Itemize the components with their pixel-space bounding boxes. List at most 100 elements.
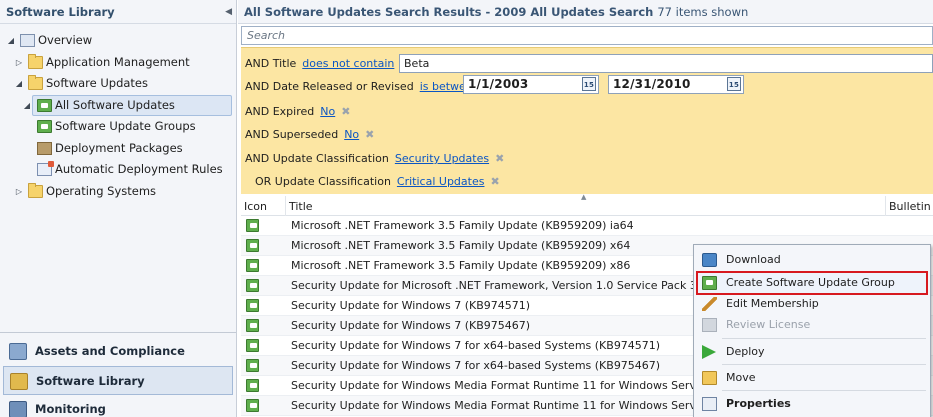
criterion-expired: AND Expired No ✖ <box>245 105 350 119</box>
column-header-bulletin-id[interactable]: Bulletin ID <box>886 196 933 216</box>
criterion-label: AND Expired <box>245 105 315 118</box>
expand-icon[interactable]: ▷ <box>14 52 24 74</box>
expand-icon[interactable]: ◢ <box>22 95 32 117</box>
date-from-field[interactable]: 1/1/2003 15 <box>463 75 599 94</box>
criterion-update-classification: AND Update Classification Security Update… <box>245 152 504 166</box>
results-grid-header: ▲ Icon Title Bulletin ID <box>241 193 933 216</box>
monitoring-icon <box>9 401 27 417</box>
menu-separator <box>722 364 926 365</box>
software-update-icon <box>246 379 259 392</box>
folder-icon <box>28 182 43 198</box>
tree-item-all-software-updates[interactable]: ◢ All Software Updates <box>0 94 236 117</box>
update-title: Security Update for Windows 7 (KB975467) <box>291 319 531 332</box>
folder-icon <box>28 53 43 69</box>
calendar-icon[interactable]: 15 <box>727 77 741 91</box>
value-link[interactable]: Security Updates <box>395 152 489 165</box>
overview-icon <box>20 34 35 47</box>
tree-item-automatic-deployment-rules[interactable]: Automatic Deployment Rules <box>0 159 236 181</box>
review-license-icon <box>702 318 717 332</box>
menu-item-move[interactable]: Move <box>696 367 928 389</box>
software-update-icon <box>246 319 259 332</box>
tree-item-label: Deployment Packages <box>55 140 183 155</box>
remove-criterion-icon[interactable]: ✖ <box>490 175 499 188</box>
workspace-label: Monitoring <box>35 402 106 416</box>
context-menu: Download Create Software Update Group Ed… <box>693 244 931 417</box>
assets-icon <box>9 343 27 360</box>
remove-criterion-icon[interactable]: ✖ <box>341 105 350 118</box>
expand-icon[interactable]: ◢ <box>14 73 24 95</box>
tree-item-overview[interactable]: ◢ Overview <box>0 30 236 52</box>
menu-item-create-software-update-group[interactable]: Create Software Update Group <box>696 271 928 295</box>
tree-item-label: All Software Updates <box>55 97 175 112</box>
criterion-or-update-classification: OR Update Classification Critical Updates… <box>255 175 500 189</box>
software-update-icon <box>246 259 259 272</box>
tree-item-deployment-packages[interactable]: Deployment Packages <box>0 138 236 160</box>
criterion-date: AND Date Released or Revised is between <box>245 80 480 94</box>
rules-icon <box>37 161 54 176</box>
menu-item-deploy[interactable]: Deploy <box>696 341 928 363</box>
results-header: All Software Updates Search Results - 20… <box>238 0 933 24</box>
collapse-pane-icon[interactable]: ◀ <box>225 0 232 24</box>
workspace-monitoring[interactable]: Monitoring <box>0 395 236 417</box>
menu-item-label: Create Software Update Group <box>726 276 895 289</box>
tree-item-label: Automatic Deployment Rules <box>55 162 223 176</box>
results-title: All Software Updates Search Results - 20… <box>244 5 654 19</box>
workspace-software-library[interactable]: Software Library <box>3 366 233 395</box>
menu-item-label: Review License <box>726 318 811 331</box>
criterion-label: OR Update Classification <box>255 175 391 188</box>
move-folder-icon <box>702 371 717 385</box>
remove-criterion-icon[interactable]: ✖ <box>365 128 374 141</box>
date-to-field[interactable]: 12/31/2010 15 <box>608 75 744 94</box>
expand-icon[interactable]: ◢ <box>6 30 16 52</box>
menu-item-edit-membership[interactable]: Edit Membership <box>696 293 928 315</box>
operator-link[interactable]: does not contain <box>302 57 394 70</box>
menu-item-review-license[interactable]: Review License <box>696 314 928 336</box>
library-icon <box>10 373 28 390</box>
edit-icon <box>702 297 717 311</box>
column-header-icon[interactable]: Icon <box>241 196 286 216</box>
remove-criterion-icon[interactable]: ✖ <box>495 152 504 165</box>
tree-item-label: Software Update Groups <box>55 119 196 133</box>
update-title: Security Update for Windows 7 for x64-ba… <box>291 359 661 372</box>
workspace-assets-and-compliance[interactable]: Assets and Compliance <box>0 337 236 366</box>
calendar-icon[interactable]: 15 <box>582 77 596 91</box>
tree-item-label: Software Updates <box>46 76 148 90</box>
navigation-pane: Software Library ◀ ◢ Overview ▷ Applicat… <box>0 0 237 417</box>
workspace-label: Assets and Compliance <box>35 344 185 358</box>
software-update-icon <box>246 299 259 312</box>
column-header-title[interactable]: Title <box>286 196 886 216</box>
criterion-label: AND Superseded <box>245 128 339 141</box>
criterion-superseded: AND Superseded No ✖ <box>245 128 374 142</box>
update-title: Security Update for Windows 7 (KB974571) <box>291 299 531 312</box>
tree-item-software-update-groups[interactable]: Software Update Groups <box>0 116 236 138</box>
update-title: Security Update for Windows Media Format… <box>291 379 762 392</box>
criterion-label: AND Date Released or Revised <box>245 80 414 93</box>
navigation-tree: ◢ Overview ▷ Application Management ◢ So… <box>0 24 236 202</box>
menu-item-label: Deploy <box>726 345 765 358</box>
menu-item-properties[interactable]: Properties <box>696 393 928 415</box>
update-title: Security Update for Windows Media Format… <box>291 399 762 412</box>
tree-item-software-updates[interactable]: ◢ Software Updates <box>0 73 236 95</box>
software-update-icon <box>246 239 259 252</box>
value-link[interactable]: No <box>344 128 359 141</box>
date-from-value: 1/1/2003 <box>468 77 529 91</box>
software-update-group-icon <box>37 120 52 133</box>
value-link[interactable]: Critical Updates <box>397 175 485 188</box>
criterion-label: AND Update Classification <box>245 152 389 165</box>
date-to-value: 12/31/2010 <box>613 77 691 91</box>
software-update-icon <box>246 359 259 372</box>
menu-item-download[interactable]: Download <box>696 249 928 271</box>
download-icon <box>702 253 717 267</box>
menu-separator <box>722 390 926 391</box>
title-value-field[interactable]: Beta <box>399 54 933 73</box>
tree-item-operating-systems[interactable]: ▷ Operating Systems <box>0 181 236 203</box>
package-icon <box>37 141 52 155</box>
expand-icon[interactable]: ▷ <box>14 181 24 203</box>
value-link[interactable]: No <box>320 105 335 118</box>
properties-icon <box>702 397 717 411</box>
menu-item-label: Download <box>726 253 781 266</box>
tree-item-application-management[interactable]: ▷ Application Management <box>0 52 236 74</box>
menu-item-label: Properties <box>726 397 791 410</box>
search-input[interactable]: Search <box>241 26 933 45</box>
table-row[interactable]: Microsoft .NET Framework 3.5 Family Upda… <box>241 216 933 236</box>
